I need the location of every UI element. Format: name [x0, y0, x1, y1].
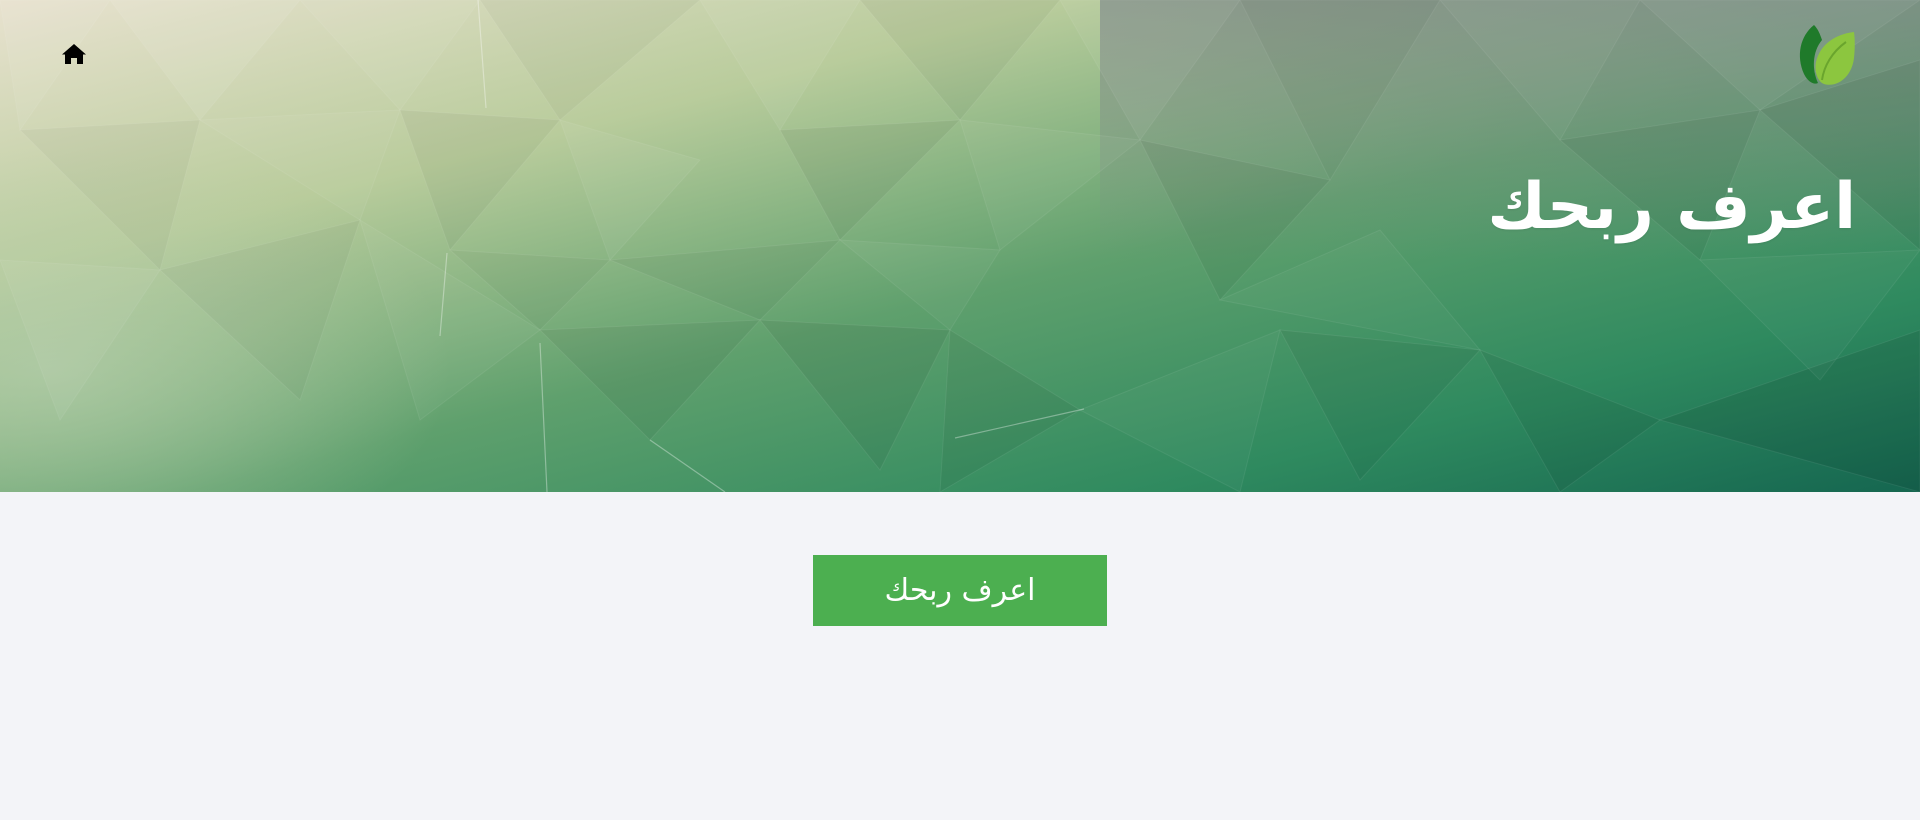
page-title: اعرف ربحك — [1487, 170, 1856, 244]
leaf-logo — [1794, 22, 1858, 88]
home-icon — [62, 44, 86, 64]
home-button[interactable] — [60, 42, 88, 66]
main-content: اعرف ربحك — [0, 492, 1920, 820]
know-your-profit-button[interactable]: اعرف ربحك — [813, 555, 1107, 626]
hero-banner: اعرف ربحك — [0, 0, 1920, 492]
leaf-logo-icon — [1799, 25, 1855, 85]
